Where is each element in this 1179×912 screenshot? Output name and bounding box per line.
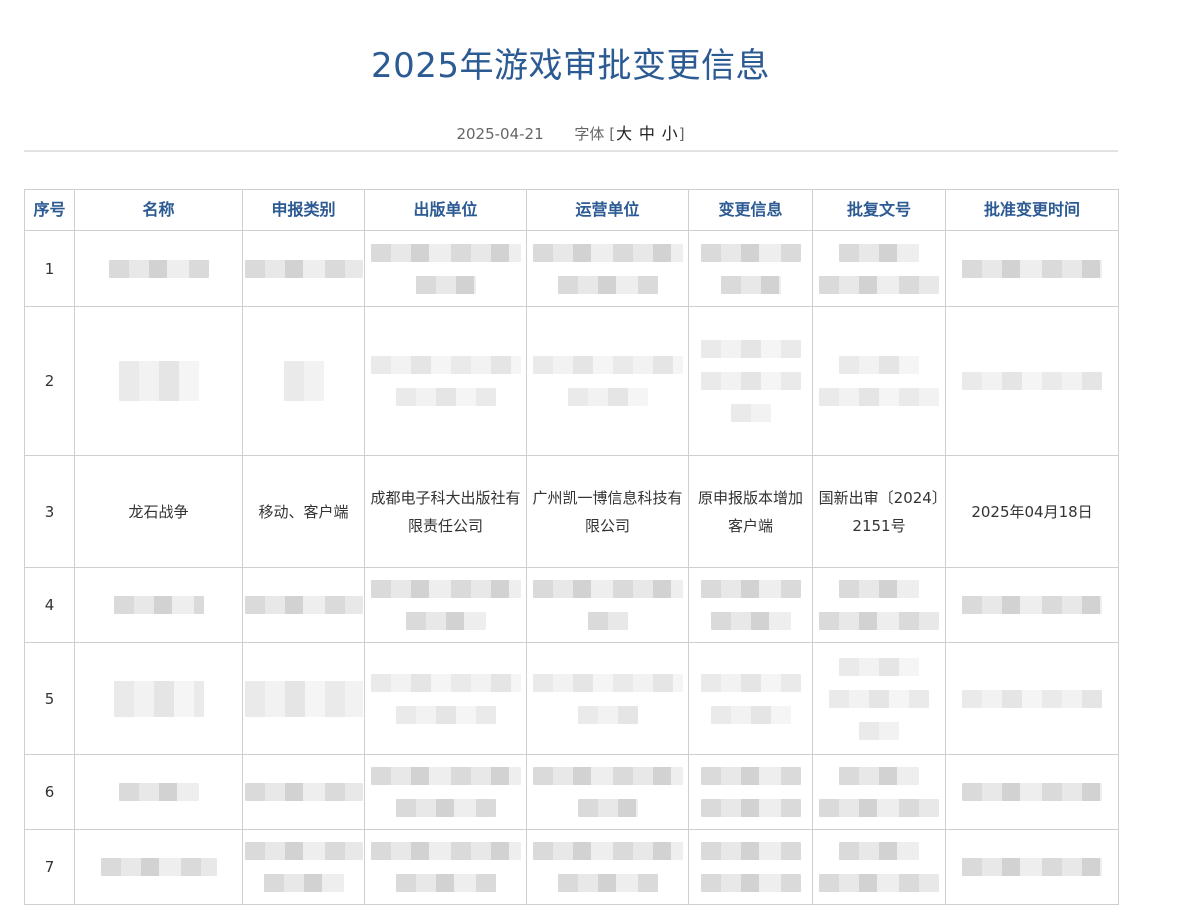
- redacted-cell: [812, 754, 946, 830]
- header-approval-date: 批准变更时间: [945, 189, 1119, 231]
- header-publisher: 出版单位: [364, 189, 527, 231]
- font-size-bracket-close: ]: [678, 125, 685, 143]
- declaration-category: 移动、客户端: [242, 455, 365, 568]
- game-name: 龙石战争: [74, 455, 243, 568]
- redacted-cell: [526, 642, 689, 755]
- redacted-cell: [526, 230, 689, 307]
- redacted-cell: [812, 230, 946, 307]
- header-category: 申报类别: [242, 189, 365, 231]
- redacted-cell: [242, 230, 365, 307]
- redacted-cell: [688, 567, 813, 643]
- article-meta: 2025-04-21 字体 [大 中 小]: [0, 120, 1141, 144]
- table-row: 3 龙石战争 移动、客户端 成都电子科大出版社有限责任公司 广州凯一博信息科技有…: [24, 455, 1119, 568]
- redacted-cell: [812, 642, 946, 755]
- redacted-cell: [74, 754, 243, 830]
- redacted-cell: [945, 754, 1119, 830]
- change-info: 原申报版本增加客户端: [688, 455, 813, 568]
- table-row: 2: [24, 306, 1119, 456]
- operator: 广州凯一博信息科技有限公司: [526, 455, 689, 568]
- redacted-cell: [688, 754, 813, 830]
- redacted-cell: [812, 829, 946, 905]
- redacted-cell: [242, 306, 365, 456]
- table-row: 5: [24, 642, 1119, 755]
- redacted-cell: [364, 230, 527, 307]
- redacted-cell: [242, 642, 365, 755]
- approval-number: 国新出审〔2024〕2151号: [812, 455, 946, 568]
- redacted-cell: [364, 642, 527, 755]
- redacted-cell: [242, 567, 365, 643]
- redacted-cell: [945, 642, 1119, 755]
- redacted-cell: [364, 306, 527, 456]
- font-size-label: 字体: [574, 125, 605, 143]
- redacted-cell: [74, 567, 243, 643]
- redacted-cell: [526, 306, 689, 456]
- header-index: 序号: [24, 189, 75, 231]
- table-header-row: 序号 名称 申报类别 出版单位 运营单位 变更信息 批复文号 批准变更时间: [24, 189, 1119, 231]
- redacted-cell: [526, 567, 689, 643]
- redacted-cell: [364, 754, 527, 830]
- row-index: 2: [24, 306, 75, 456]
- table-row: 6: [24, 754, 1119, 830]
- redacted-cell: [812, 306, 946, 456]
- table-row: 4: [24, 567, 1119, 643]
- table-row: 7: [24, 829, 1119, 905]
- header-operator: 运营单位: [526, 189, 689, 231]
- header-divider: [24, 150, 1118, 152]
- header-name: 名称: [74, 189, 243, 231]
- redacted-cell: [74, 306, 243, 456]
- redacted-cell: [242, 754, 365, 830]
- publisher: 成都电子科大出版社有限责任公司: [364, 455, 527, 568]
- redacted-cell: [364, 567, 527, 643]
- font-size-small-button[interactable]: 小: [662, 124, 678, 143]
- redacted-cell: [526, 754, 689, 830]
- row-index: 6: [24, 754, 75, 830]
- header-change-info: 变更信息: [688, 189, 813, 231]
- approval-date: 2025年04月18日: [945, 455, 1119, 568]
- page-title: 2025年游戏审批变更信息: [370, 46, 771, 86]
- redacted-cell: [812, 567, 946, 643]
- redacted-cell: [526, 829, 689, 905]
- row-index: 3: [24, 455, 75, 568]
- approval-table: 序号 名称 申报类别 出版单位 运营单位 变更信息 批复文号 批准变更时间 1 …: [24, 189, 1119, 905]
- redacted-cell: [688, 230, 813, 307]
- redacted-cell: [74, 829, 243, 905]
- redacted-cell: [242, 829, 365, 905]
- redacted-cell: [74, 230, 243, 307]
- redacted-cell: [688, 306, 813, 456]
- row-index: 4: [24, 567, 75, 643]
- redacted-cell: [364, 829, 527, 905]
- row-index: 5: [24, 642, 75, 755]
- table-row: 1: [24, 230, 1119, 307]
- redacted-cell: [945, 230, 1119, 307]
- redacted-cell: [945, 306, 1119, 456]
- redacted-cell: [74, 642, 243, 755]
- publish-date: 2025-04-21: [456, 125, 544, 143]
- font-size-large-button[interactable]: 大: [616, 124, 632, 143]
- row-index: 7: [24, 829, 75, 905]
- redacted-cell: [688, 642, 813, 755]
- font-size-bracket-open: [: [609, 125, 616, 143]
- header-approval-number: 批复文号: [812, 189, 946, 231]
- row-index: 1: [24, 230, 75, 307]
- font-size-medium-button[interactable]: 中: [639, 124, 655, 143]
- redacted-cell: [688, 829, 813, 905]
- redacted-cell: [945, 829, 1119, 905]
- redacted-cell: [945, 567, 1119, 643]
